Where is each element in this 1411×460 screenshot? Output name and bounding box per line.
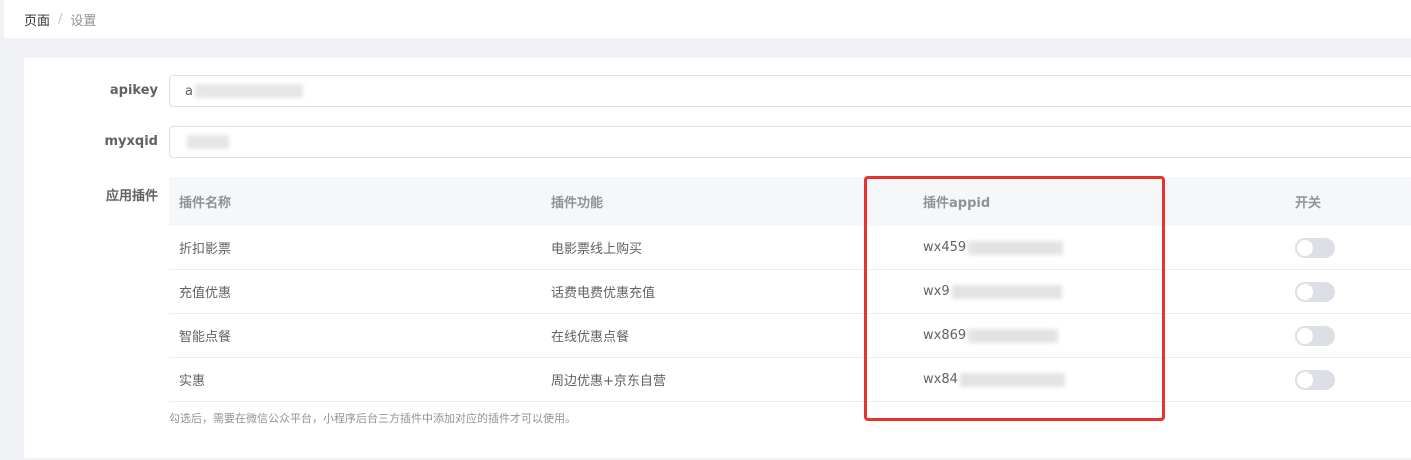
header-plugin-name: 插件名称 — [179, 196, 232, 211]
breadcrumb: 页面 / 设置 — [4, 0, 1411, 38]
myxqid-label: myxqid — [104, 134, 158, 149]
plugin-appid-cell: wx84 — [913, 372, 1285, 387]
plugin-feature: 话费电费优惠充值 — [551, 286, 656, 301]
plugin-appid: wx84 — [923, 372, 958, 387]
plugin-feature: 在线优惠点餐 — [551, 330, 630, 345]
plugin-toggle-switch[interactable] — [1295, 369, 1335, 390]
plugins-table: 插件名称 插件功能 插件appid 开关 折扣影票 电影票线上购买 wx459 … — [169, 177, 1411, 402]
apikey-label: apikey — [109, 83, 158, 98]
plugin-appid-cell: wx869 — [913, 328, 1285, 343]
plugin-toggle-switch[interactable] — [1295, 237, 1335, 258]
redacted-myxqid — [187, 135, 229, 149]
switch-cell — [1285, 237, 1411, 258]
table-row: 充值优惠 话费电费优惠充值 wx9 — [169, 270, 1411, 314]
header-plugin-feature: 插件功能 — [551, 196, 604, 211]
plugin-name: 智能点餐 — [179, 330, 232, 345]
switch-cell — [1285, 281, 1411, 302]
breadcrumb-current: 设置 — [70, 13, 97, 29]
apikey-input[interactable]: a — [169, 75, 1411, 107]
switch-cell — [1285, 325, 1411, 346]
table-row: 智能点餐 在线优惠点餐 wx869 — [169, 314, 1411, 358]
left-edge — [0, 0, 4, 460]
plugin-appid: wx9 — [923, 284, 950, 299]
redacted-appid — [968, 328, 1059, 343]
table-row: 实惠 周边优惠+京东自营 wx84 — [169, 358, 1411, 402]
table-header: 插件名称 插件功能 插件appid 开关 — [169, 177, 1411, 226]
myxqid-input[interactable] — [169, 126, 1411, 158]
plugins-label: 应用插件 — [105, 189, 158, 204]
switch-cell — [1285, 369, 1411, 390]
table-row: 折扣影票 电影票线上购买 wx459 — [169, 226, 1411, 270]
plugin-appid-cell: wx9 — [913, 284, 1285, 299]
redacted-appid — [968, 240, 1064, 255]
redacted-appid — [951, 284, 1062, 299]
plugin-name: 折扣影票 — [179, 242, 232, 257]
settings-card: apikey a myxqid 应用插件 插件名称 插件功能 插件appid 开… — [24, 58, 1411, 458]
breadcrumb-separator: / — [58, 11, 63, 27]
header-switch: 开关 — [1295, 196, 1322, 211]
plugin-feature: 周边优惠+京东自营 — [551, 374, 666, 389]
plugin-hint-text: 勾选后，需要在微信公众平台，小程序后台三方插件中添加对应的插件才可以使用。 — [169, 412, 576, 425]
apikey-value: a — [185, 83, 193, 99]
plugin-name: 实惠 — [179, 374, 206, 389]
plugin-toggle-switch[interactable] — [1295, 281, 1335, 302]
plugin-toggle-switch[interactable] — [1295, 325, 1335, 346]
plugin-feature: 电影票线上购买 — [551, 242, 643, 257]
redacted-appid — [959, 372, 1065, 387]
plugin-appid: wx459 — [923, 240, 967, 255]
plugin-appid: wx869 — [923, 328, 967, 343]
plugin-name: 充值优惠 — [179, 286, 232, 301]
header-plugin-appid: 插件appid — [923, 196, 991, 211]
redacted-apikey — [194, 84, 303, 98]
breadcrumb-home[interactable]: 页面 — [24, 10, 50, 29]
plugin-appid-cell: wx459 — [913, 240, 1285, 255]
